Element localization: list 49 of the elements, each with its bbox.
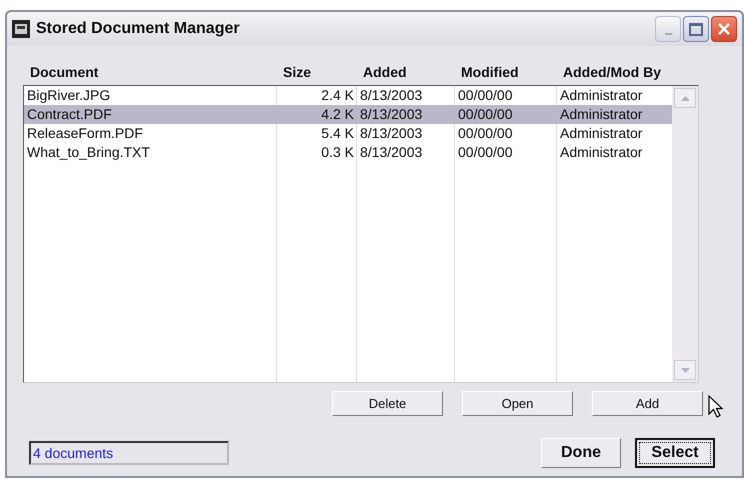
action-button[interactable]: Delete — [332, 391, 443, 416]
table-cell: 00/00/00 — [458, 86, 512, 102]
scroll-down-button[interactable] — [674, 360, 696, 380]
table-cell: What_to_Bring.TXT — [27, 144, 150, 160]
dialog-button[interactable]: Select — [635, 438, 715, 468]
table-cell: 8/13/2003 — [360, 144, 422, 160]
window-app-icon — [12, 20, 30, 38]
table-cell: Administrator — [560, 124, 642, 140]
column-header[interactable]: Modified — [461, 64, 519, 80]
column-header[interactable]: Added — [363, 64, 407, 80]
maximize-icon — [689, 22, 703, 36]
action-button[interactable]: Open — [462, 391, 573, 416]
close-button[interactable] — [711, 16, 737, 42]
window-title: Stored Document Manager — [36, 19, 240, 39]
table-cell: 00/00/00 — [458, 144, 512, 160]
maximize-button[interactable] — [683, 16, 709, 42]
down-arrow-icon — [680, 368, 690, 372]
scroll-up-button[interactable] — [674, 88, 696, 108]
up-arrow-icon — [680, 96, 690, 100]
column-header[interactable]: Added/Mod By — [563, 64, 661, 80]
table-cell: 2.4 K — [321, 86, 354, 102]
table-cell: 5.4 K — [321, 124, 354, 140]
column-header[interactable]: Size — [283, 64, 312, 80]
status-text: 4 documents — [33, 444, 114, 462]
minimize-button[interactable] — [655, 16, 681, 42]
table-cell: Administrator — [560, 86, 642, 102]
minimize-icon — [664, 33, 672, 35]
table-cell: 8/13/2003 — [360, 106, 422, 122]
table-cell: 00/00/00 — [458, 124, 512, 140]
document-row[interactable]: BigRiver.JPG 2.4 K 8/13/2003 00/00/00 Administrator — [24, 86, 672, 105]
document-row[interactable]: Contract.PDF 4.2 K 8/13/2003 00/00/00 Administrator — [24, 105, 672, 124]
table-cell: Administrator — [560, 144, 642, 160]
mouse-cursor-icon — [708, 395, 724, 419]
table-cell: ReleaseForm.PDF — [27, 124, 143, 140]
close-icon — [717, 22, 731, 36]
dialog-button[interactable]: Done — [541, 438, 621, 468]
action-button[interactable]: Add — [592, 391, 703, 416]
table-cell: BigRiver.JPG — [27, 86, 110, 102]
table-cell: 0.3 K — [321, 144, 354, 160]
table-cell: 8/13/2003 — [360, 124, 422, 140]
vertical-scrollbar[interactable] — [672, 86, 698, 382]
table-cell: 8/13/2003 — [360, 86, 422, 102]
table-cell: 4.2 K — [321, 106, 354, 122]
table-cell: 00/00/00 — [458, 106, 512, 122]
table-cell: Administrator — [560, 106, 642, 122]
column-header[interactable]: Document — [30, 64, 98, 80]
document-row[interactable]: What_to_Bring.TXT 0.3 K 8/13/2003 00/00/00 Administrator — [24, 143, 672, 162]
table-cell: Contract.PDF — [27, 106, 112, 122]
document-row[interactable]: ReleaseForm.PDF 5.4 K 8/13/2003 00/00/00 Administrator — [24, 124, 672, 143]
